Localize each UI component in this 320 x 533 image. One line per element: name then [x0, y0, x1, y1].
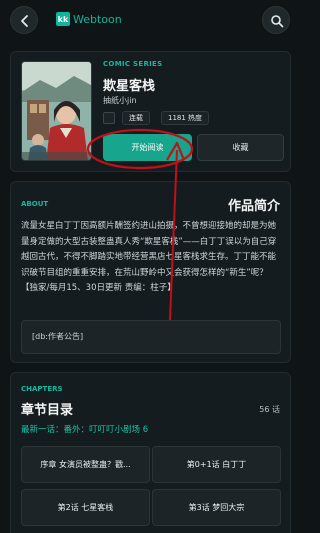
top-bar: kk Webtoon [0, 0, 300, 40]
latest-chapter-link[interactable]: 最新一话：番外：叮叮叮小剧场 6 [21, 423, 148, 435]
about-section: ABOUT 作品简介 流量女星白丁丁因高额片酬签约进山拍摄，不曾想迎接她的却是为… [10, 181, 291, 363]
chapter-item[interactable]: 序章 女演员被整蛊？戳... [21, 446, 150, 483]
search-button[interactable] [262, 6, 290, 34]
comic-cover-image[interactable] [21, 61, 92, 161]
status-checkbox[interactable] [103, 112, 115, 124]
logo-text: Webtoon [73, 12, 122, 26]
comic-author[interactable]: 抽纸小jin [103, 95, 137, 106]
back-button[interactable] [10, 6, 38, 34]
favorite-button[interactable]: 收藏 [197, 134, 284, 161]
comic-description: 流量女星白丁丁因高额片酬签约进山拍摄，不曾想迎接她的却是为她量身定做的大型古装整… [21, 221, 277, 293]
chapter-count: 56 话 [259, 405, 280, 414]
chevron-left-icon [21, 15, 28, 27]
chapter-item[interactable]: 第2话 七星客栈 [21, 489, 150, 526]
series-label: COMIC SERIES [103, 60, 163, 68]
chapters-heading: 章节目录 [21, 403, 74, 418]
chapters-label: CHAPTERS [21, 385, 63, 393]
chapter-item[interactable]: 第3话 梦回大宗 [152, 489, 281, 526]
status-badge: 连载 [122, 111, 150, 125]
comic-title: 欺星客栈 [103, 79, 156, 94]
about-heading: 作品简介 [227, 199, 280, 214]
start-reading-button[interactable]: 开始阅读 [103, 134, 192, 161]
chapters-section: CHAPTERS 章节目录 56 话 最新一话：番外：叮叮叮小剧场 6 序章 女… [10, 372, 291, 533]
comic-info-card: COMIC SERIES 欺星客栈 抽纸小jin 连载 1181 热度 开始阅读… [10, 51, 291, 172]
logo-mark: kk [56, 12, 70, 26]
chapter-item[interactable]: 第0+1话 白丁丁 [152, 446, 281, 483]
search-icon [271, 15, 284, 28]
about-label: ABOUT [21, 200, 49, 208]
app-logo[interactable]: kk Webtoon [56, 12, 122, 26]
popularity-badge: 1181 热度 [161, 111, 210, 125]
author-notice: [db:作者公告] [21, 320, 281, 354]
